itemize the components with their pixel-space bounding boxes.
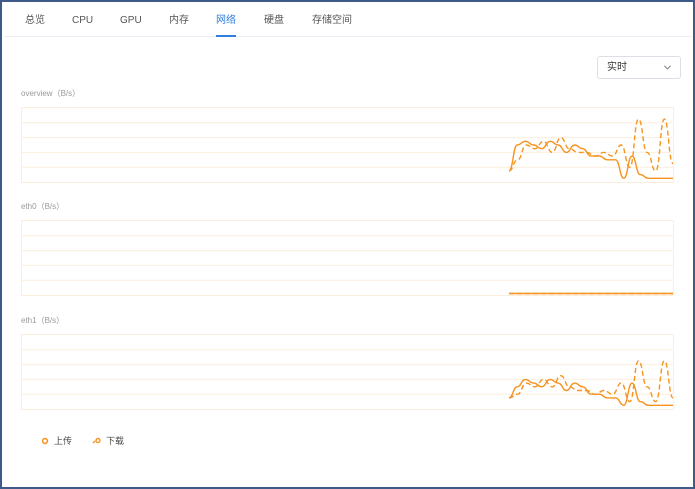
tab-network[interactable]: 网络 [216, 4, 236, 37]
tab-overview[interactable]: 总览 [25, 4, 45, 37]
tab-bar: 总览 CPU GPU 内存 网络 硬盘 存储空间 [4, 4, 691, 37]
chart-eth0 [21, 220, 674, 296]
upload-legend-icon [41, 437, 49, 444]
tab-disk[interactable]: 硬盘 [264, 4, 284, 37]
chart-title-eth0: eth0（B/s） [21, 202, 65, 211]
tab-gpu[interactable]: GPU [120, 4, 142, 37]
tab-storage[interactable]: 存储空间 [312, 4, 352, 37]
chart-title-eth1: eth1（B/s） [21, 316, 65, 325]
tab-memory[interactable]: 内存 [169, 4, 189, 37]
chart-title-overview: overview（B/s） [21, 89, 81, 98]
chart-overview-svg [22, 118, 674, 180]
series-line-upload [508, 140, 673, 180]
download-legend-icon [92, 437, 101, 443]
network-panel: 总览 CPU GPU 内存 网络 硬盘 存储空间 实时 overview（B/s… [0, 0, 695, 489]
chevron-down-icon [663, 65, 672, 70]
chart-eth1 [21, 334, 674, 410]
chart-eth1-svg [22, 349, 674, 407]
chart-eth0-svg [22, 235, 673, 295]
legend-item-download[interactable]: 下载 [92, 434, 124, 447]
time-range-select[interactable]: 实时 [597, 56, 681, 79]
legend-label-download: 下载 [106, 436, 125, 446]
series-line-download [508, 360, 674, 403]
chart-overview [21, 107, 674, 183]
legend-item-upload[interactable]: 上传 [40, 434, 72, 447]
time-range-value: 实时 [607, 62, 627, 73]
series-line-upload [508, 378, 673, 407]
legend-label-upload: 上传 [54, 436, 73, 446]
tab-cpu[interactable]: CPU [72, 4, 93, 37]
